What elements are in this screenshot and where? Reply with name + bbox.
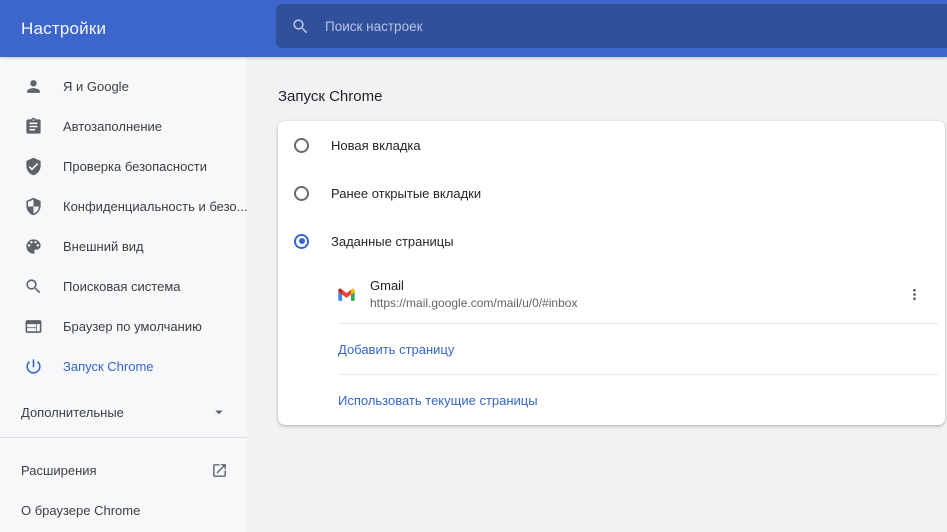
use-current-pages-row: Использовать текущие страницы: [278, 375, 945, 425]
sidebar-item-safety-check[interactable]: Проверка безопасности: [0, 146, 247, 186]
sidebar-item-label: Браузер по умолчанию: [63, 319, 202, 334]
sidebar-item-search-engine[interactable]: Поисковая система: [0, 266, 247, 306]
header: Настройки: [0, 0, 947, 57]
startup-page-row: Gmail https://mail.google.com/mail/u/0/#…: [278, 265, 945, 323]
sidebar-item-label: Поисковая система: [63, 279, 181, 294]
sidebar-item-label: Проверка безопасности: [63, 159, 207, 174]
header-title-area: Настройки: [0, 0, 276, 57]
sidebar-item-label: Я и Google: [63, 79, 129, 94]
radio-option-specific-pages[interactable]: Заданные страницы: [278, 217, 945, 265]
search-icon: [24, 277, 43, 296]
sidebar-item-autofill[interactable]: Автозаполнение: [0, 106, 247, 146]
sidebar-item-on-startup[interactable]: Запуск Chrome: [0, 346, 247, 386]
search-input[interactable]: [323, 18, 947, 35]
more-options-button[interactable]: [902, 282, 926, 306]
sidebar-item-appearance[interactable]: Внешний вид: [0, 226, 247, 266]
search-icon: [291, 17, 310, 36]
startup-card: Новая вкладка Ранее открытые вкладки Зад…: [278, 121, 945, 425]
radio-option-label: Заданные страницы: [331, 234, 454, 249]
sidebar-item-extensions[interactable]: Расширения: [0, 450, 247, 490]
power-icon: [24, 357, 43, 376]
radio-button[interactable]: [294, 138, 309, 153]
external-link-icon: [211, 462, 228, 479]
chevron-down-icon: [210, 403, 228, 421]
radio-option-new-tab[interactable]: Новая вкладка: [278, 121, 945, 169]
sidebar-item-label: Конфиденциальность и безо...: [63, 199, 247, 214]
chrome-settings-window: Настройки Я и Google Автозаполнение: [0, 0, 947, 425]
palette-icon: [24, 237, 43, 256]
radio-option-label: Ранее открытые вкладки: [331, 186, 481, 201]
add-page-row: Добавить страницу: [278, 324, 945, 374]
sidebar-item-you-and-google[interactable]: Я и Google: [0, 66, 247, 106]
shield-icon: [24, 197, 43, 216]
sidebar-item-default-browser[interactable]: Браузер по умолчанию: [0, 306, 247, 346]
sidebar-item-label: Внешний вид: [63, 239, 144, 254]
sidebar-divider: [0, 437, 247, 438]
sidebar-item-about-chrome[interactable]: О браузере Chrome: [0, 490, 247, 530]
radio-option-continue[interactable]: Ранее открытые вкладки: [278, 169, 945, 217]
settings-search-box[interactable]: [276, 4, 947, 48]
page-title: Настройки: [21, 19, 106, 39]
sidebar-item-label: О браузере Chrome: [21, 503, 140, 518]
startup-page-info: Gmail https://mail.google.com/mail/u/0/#…: [370, 278, 577, 310]
add-page-link[interactable]: Добавить страницу: [338, 342, 454, 357]
more-vert-icon: [906, 286, 923, 303]
sidebar-item-advanced[interactable]: Дополнительные: [0, 392, 247, 432]
shield-check-icon: [24, 157, 43, 176]
section-title: Запуск Chrome: [278, 87, 947, 107]
main-content: Запуск Chrome Новая вкладка Ранее открыт…: [247, 57, 947, 425]
sidebar-item-label: Дополнительные: [21, 405, 124, 420]
startup-page-url: https://mail.google.com/mail/u/0/#inbox: [370, 296, 577, 310]
sidebar-item-label: Запуск Chrome: [63, 359, 154, 374]
sidebar-item-label: Автозаполнение: [63, 119, 162, 134]
person-icon: [24, 77, 43, 96]
sidebar: Я и Google Автозаполнение Проверка безоп…: [0, 57, 247, 532]
radio-button[interactable]: [294, 186, 309, 201]
clipboard-icon: [24, 117, 43, 136]
gmail-icon: [338, 287, 355, 302]
sidebar-item-label: Расширения: [21, 463, 97, 478]
browser-icon: [24, 317, 43, 336]
use-current-pages-link[interactable]: Использовать текущие страницы: [338, 393, 538, 408]
radio-button[interactable]: [294, 234, 309, 249]
startup-page-title: Gmail: [370, 278, 577, 293]
radio-option-label: Новая вкладка: [331, 138, 421, 153]
sidebar-item-privacy[interactable]: Конфиденциальность и безо...: [0, 186, 247, 226]
